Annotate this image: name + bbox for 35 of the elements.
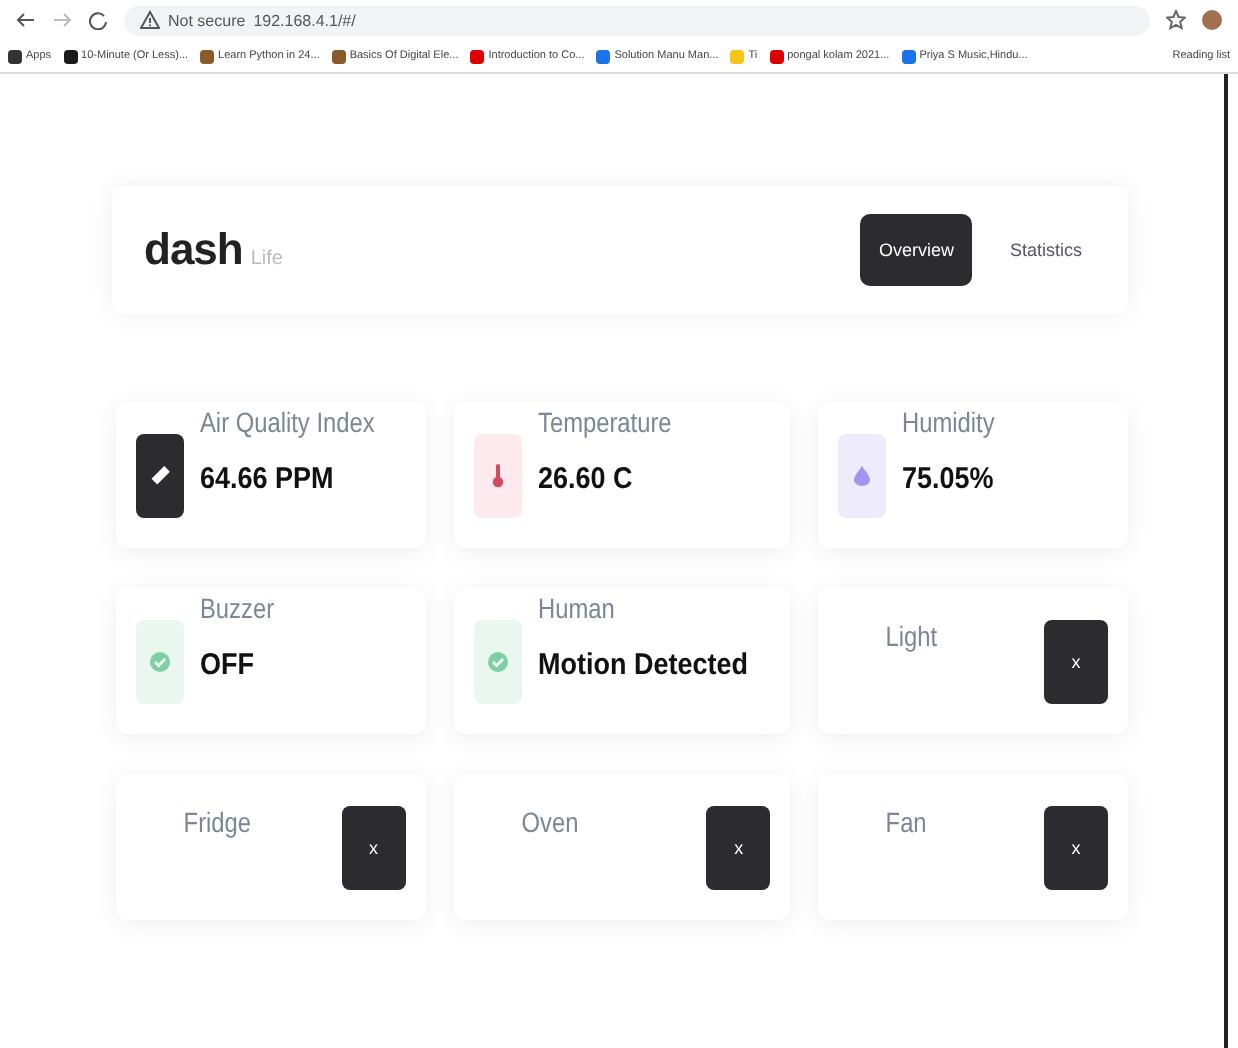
- avatar-icon[interactable]: [1202, 10, 1222, 30]
- check-icon: [150, 651, 170, 671]
- address-bar[interactable]: Not secure 192.168.4.1/#/: [124, 5, 1150, 35]
- warning-icon: [140, 10, 160, 30]
- toggle-button[interactable]: x: [1044, 619, 1108, 703]
- sensor-value: OFF: [200, 648, 256, 682]
- star-icon[interactable]: [1166, 10, 1186, 30]
- sensor-value: Motion Detected: [537, 648, 748, 682]
- sensor-label: Human: [537, 592, 617, 624]
- device-label: Fan: [884, 804, 930, 838]
- nav-tab[interactable]: Statistics: [991, 214, 1100, 286]
- sensor-label: Buzzer: [200, 592, 275, 624]
- toggle-button[interactable]: x: [341, 805, 406, 889]
- check-icon: [487, 651, 508, 671]
- url-text: 192.168.4.1/#/: [253, 11, 356, 29]
- sensor-label: Temperature: [537, 406, 672, 438]
- ruler-icon: [150, 465, 170, 485]
- drop-icon: [854, 465, 871, 485]
- logo-suffix: Life: [250, 248, 283, 270]
- logo: dash: [144, 224, 243, 274]
- security-label: Not secure: [168, 11, 246, 29]
- device-label: Fridge: [181, 804, 254, 838]
- device-label: Light: [884, 618, 940, 652]
- toggle-button[interactable]: x: [706, 805, 771, 889]
- sensor-label: Air Quality Index: [200, 406, 375, 438]
- device-label: Oven: [519, 804, 580, 838]
- sensor-value: 64.66 PPM: [200, 462, 336, 496]
- toggle-button[interactable]: x: [1044, 805, 1108, 889]
- sensor-label: Humidity: [902, 406, 996, 438]
- sensor-value: 75.05%: [902, 462, 997, 496]
- sensor-value: 26.60 C: [537, 462, 634, 496]
- thermometer-icon: [491, 463, 504, 487]
- reload-icon[interactable]: [88, 10, 108, 30]
- nav-tab[interactable]: Overview: [860, 214, 972, 286]
- back-icon[interactable]: [16, 10, 36, 30]
